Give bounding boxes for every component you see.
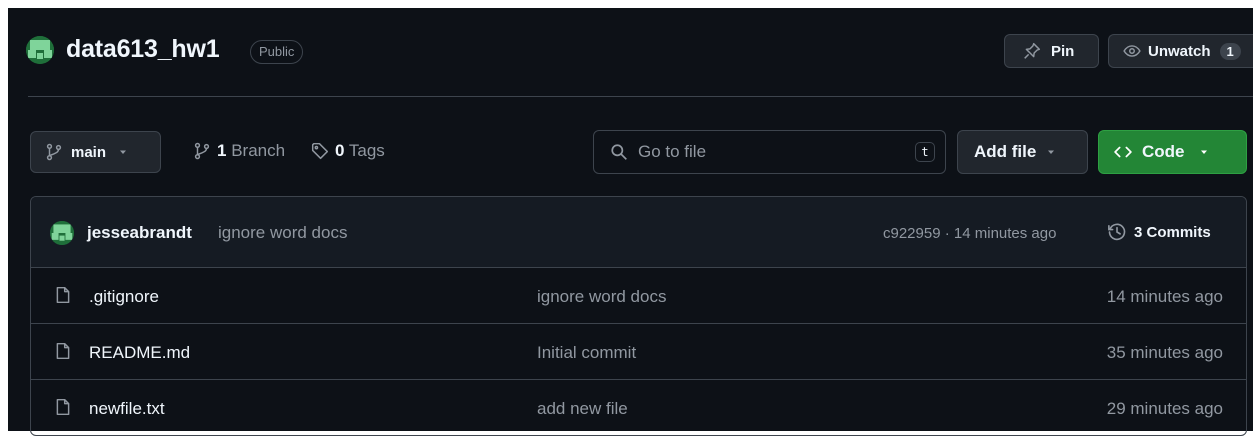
file-row[interactable]: newfile.txt add new file 29 minutes ago [31,380,1246,435]
commit-message-link[interactable]: ignore word docs [218,223,347,243]
code-icon [1114,143,1132,161]
add-file-label: Add file [974,142,1037,161]
history-icon [1107,222,1127,242]
branches-link[interactable]: 1 Branch [193,141,285,161]
file-commit-message[interactable]: add new file [537,399,628,419]
unwatch-button[interactable]: Unwatch 1 [1108,34,1253,68]
branch-selector[interactable]: main [30,131,161,173]
file-row[interactable]: README.md Initial commit 35 minutes ago [31,324,1246,380]
file-commit-time: 29 minutes ago [1106,399,1223,418]
watch-count-badge: 1 [1219,42,1241,60]
repo-name-link[interactable]: data613_hw1 [66,35,220,64]
pin-icon [1023,42,1041,60]
visibility-badge: Public [250,40,304,64]
eye-icon [1123,42,1141,60]
search-icon [610,143,628,161]
go-to-file-placeholder: Go to file [638,142,707,161]
file-name-link[interactable]: README.md [89,343,190,363]
pin-button[interactable]: Pin [1004,34,1099,68]
commit-author-link[interactable]: jesseabrandt [87,223,192,243]
commit-author-avatar[interactable] [50,221,74,245]
file-row[interactable]: .gitignore ignore word docs 14 minutes a… [31,268,1246,324]
commits-label: Commits [1146,223,1211,241]
header-divider [28,96,1253,97]
pin-label: Pin [1051,42,1075,60]
git-branch-icon [193,142,211,160]
triangle-down-icon [1046,147,1056,157]
file-table: jesseabrandt ignore word docs c922959 · … [30,196,1247,436]
commits-history-link[interactable]: 3 Commits [1107,222,1211,242]
unwatch-label: Unwatch [1148,42,1211,60]
branch-count: 1 [217,141,227,160]
tag-icon [311,142,329,160]
file-name-link[interactable]: .gitignore [89,287,159,307]
file-commit-message[interactable]: Initial commit [537,343,636,363]
tags-link[interactable]: 0 Tags [311,141,385,161]
code-label: Code [1142,142,1185,161]
branch-name: main [71,143,107,161]
repo-owner-avatar[interactable] [26,36,54,64]
go-to-file-input[interactable]: Go to file t [593,130,946,174]
repo-page: data613_hw1 Public Pin Unwatch 1 main 1 … [8,8,1253,436]
tag-label: Tags [348,141,385,160]
file-icon [55,398,71,416]
latest-commit-bar: jesseabrandt ignore word docs c922959 · … [31,197,1246,268]
commit-sha-time[interactable]: c922959 · 14 minutes ago [883,225,1056,242]
tag-count: 0 [335,141,345,160]
commits-count: 3 [1134,223,1143,241]
file-name-link[interactable]: newfile.txt [89,399,165,419]
keyboard-shortcut-hint: t [915,142,935,162]
file-commit-message[interactable]: ignore word docs [537,287,666,307]
file-icon [55,342,71,360]
code-button[interactable]: Code [1098,130,1247,174]
git-branch-icon [45,143,63,161]
file-commit-time: 14 minutes ago [1106,287,1223,306]
file-icon [55,286,71,304]
triangle-down-icon [118,147,128,157]
branch-label: Branch [231,141,286,160]
triangle-down-icon [1199,147,1209,157]
add-file-button[interactable]: Add file [957,130,1088,174]
file-commit-time: 35 minutes ago [1106,343,1223,362]
